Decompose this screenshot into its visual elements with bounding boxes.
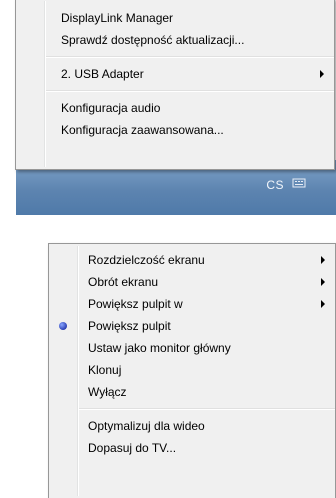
menu-separator [79, 408, 335, 410]
menu-item-label: Ustaw jako monitor główny [88, 341, 231, 355]
menu-item-label: Rozdzielczość ekranu [88, 253, 205, 267]
menu-separator [46, 90, 334, 92]
menu-item-label: Konfiguracja zaawansowana... [61, 123, 224, 137]
menu-item-label: Klonuj [88, 363, 122, 377]
menu-item-label: Optymalizuj dla wideo [88, 419, 205, 433]
menu-item-extend-to[interactable]: Powiększ pulpit w [49, 293, 335, 315]
screenshot-canvas: CS DisplayLink Manager Sprawdź dostępnoś… [0, 0, 336, 498]
menu-item-advanced-config[interactable]: Konfiguracja zaawansowana... [16, 119, 334, 141]
language-indicator[interactable]: CS [266, 178, 284, 192]
menu-item-check-updates[interactable]: Sprawdź dostępność aktualizacji... [16, 29, 334, 51]
submenu-arrow-icon [321, 256, 325, 264]
menu-item-screen-rotation[interactable]: Obrót ekranu [49, 271, 335, 293]
menu-item-label: Wyłącz [88, 385, 127, 399]
menu-item-screen-resolution[interactable]: Rozdzielczość ekranu [49, 249, 335, 271]
menu-item-label: 2. USB Adapter [61, 67, 144, 81]
menu-item-label: Obrót ekranu [88, 275, 159, 289]
menu-item-label: DisplayLink Manager [61, 11, 174, 25]
submenu-arrow-icon [321, 300, 325, 308]
menu-item-label: Powiększ pulpit [88, 319, 171, 333]
menu-item-fit-to-tv[interactable]: Dopasuj do TV... [49, 437, 335, 459]
menu-item-extend[interactable]: Powiększ pulpit [49, 315, 335, 337]
menu-item-off[interactable]: Wyłącz [49, 381, 335, 403]
selected-bullet-icon [59, 322, 67, 330]
menu-item-label: Dopasuj do TV... [88, 441, 177, 455]
menu-item-optimize-video[interactable]: Optymalizuj dla wideo [49, 415, 335, 437]
menu-item-label: Konfiguracja audio [61, 101, 161, 115]
keyboard-icon[interactable] [292, 176, 306, 188]
display-context-menu: Rozdzielczość ekranu Obrót ekranu Powięk… [48, 243, 336, 498]
submenu-arrow-icon [321, 278, 325, 286]
menu-item-mirror[interactable]: Klonuj [49, 359, 335, 381]
menu-item-displaylink-manager[interactable]: DisplayLink Manager [16, 7, 334, 29]
menu-item-set-primary[interactable]: Ustaw jako monitor główny [49, 337, 335, 359]
menu-separator [46, 56, 334, 58]
menu-item-usb-adapter[interactable]: 2. USB Adapter [16, 63, 334, 85]
menu-item-audio-config[interactable]: Konfiguracja audio [16, 97, 334, 119]
submenu-arrow-icon [320, 70, 324, 78]
tray-context-menu: DisplayLink Manager Sprawdź dostępność a… [15, 0, 335, 170]
menu-item-label: Sprawdź dostępność aktualizacji... [61, 33, 245, 47]
menu-item-label: Powiększ pulpit w [88, 297, 183, 311]
